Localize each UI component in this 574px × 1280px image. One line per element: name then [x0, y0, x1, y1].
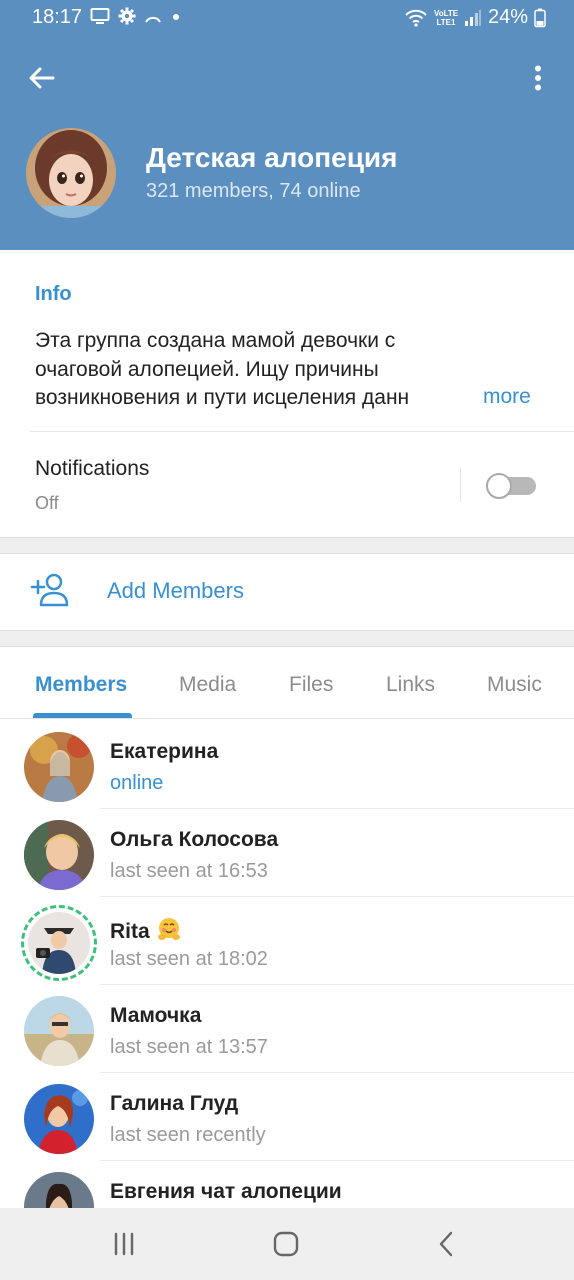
member-status: last seen at 13:57	[110, 1036, 268, 1058]
description-line: возникновения и пути исцеления данн	[35, 386, 410, 409]
section-divider	[0, 630, 574, 647]
home-button[interactable]	[256, 1226, 316, 1262]
divider	[460, 468, 461, 502]
battery-percent: 24%	[487, 6, 528, 28]
home-icon	[273, 1231, 299, 1257]
divider	[30, 431, 574, 432]
group-avatar[interactable]	[26, 128, 116, 218]
member-name: Екатерина	[110, 740, 219, 763]
system-navigation-bar	[0, 1208, 574, 1280]
active-tab-indicator	[33, 713, 132, 718]
avatar	[24, 996, 94, 1066]
members-list: Екатерина online Ольга Колосова last see…	[0, 720, 574, 1208]
dot-icon	[173, 14, 179, 20]
member-name: Евгения чат алопеции	[110, 1180, 342, 1203]
avatar	[24, 820, 94, 890]
group-member-count: 321 members, 74 online	[146, 180, 361, 202]
notifications-toggle[interactable]	[486, 473, 538, 499]
info-section: Info Эта группа создана мамой девочки с …	[0, 253, 574, 537]
status-bar: 18:17 VoLTE LTE1 24%	[0, 0, 574, 36]
member-row[interactable]: Ольга Колосова last seen at 16:53	[0, 808, 574, 897]
member-row[interactable]: Евгения чат алопеции	[0, 1160, 574, 1208]
add-members-button[interactable]: Add Members	[0, 554, 574, 630]
more-vertical-icon	[535, 65, 541, 91]
info-heading: Info	[35, 283, 72, 305]
status-right-icons: VoLTE LTE1 24%	[404, 6, 546, 29]
tab-files[interactable]: Files	[289, 673, 333, 697]
arc-icon	[145, 16, 161, 23]
member-status: last seen recently	[110, 1124, 266, 1146]
battery-icon	[534, 8, 546, 27]
avatar	[24, 732, 94, 802]
group-description[interactable]: Эта группа создана мамой девочки с очаго…	[35, 327, 475, 413]
description-line: Эта группа создана мамой девочки с	[35, 329, 396, 352]
member-name: Ольга Колосова	[110, 828, 279, 851]
member-status: online	[110, 772, 164, 794]
tab-media[interactable]: Media	[179, 673, 236, 697]
member-row[interactable]: Мамочка last seen at 13:57	[0, 984, 574, 1073]
tab-music[interactable]: Music	[487, 673, 542, 697]
back-nav-icon	[439, 1231, 453, 1257]
add-members-label: Add Members	[107, 578, 244, 603]
status-time: 18:17	[32, 6, 83, 28]
recent-apps-button[interactable]	[94, 1226, 154, 1262]
tab-members[interactable]: Members	[35, 673, 127, 697]
avatar	[28, 912, 90, 974]
member-row[interactable]: Rita last seen at 18:02	[0, 896, 574, 985]
member-name: Галина Глуд	[110, 1092, 239, 1115]
back-nav-button[interactable]	[416, 1226, 476, 1262]
signal-icon	[464, 9, 481, 26]
screen-cast-icon	[90, 8, 110, 24]
more-options-button[interactable]	[522, 58, 554, 98]
recent-apps-icon	[114, 1232, 134, 1256]
group-title: Детская алопеция	[146, 142, 398, 173]
chat-header: 18:17 VoLTE LTE1 24% Детская алопеция 32…	[0, 0, 574, 250]
status-left-icons	[90, 7, 182, 25]
member-row[interactable]: Екатерина online	[0, 720, 574, 809]
member-status: last seen at 18:02	[110, 948, 268, 970]
wifi-icon	[405, 9, 427, 27]
network-type-label: VoLTE LTE1	[433, 8, 459, 27]
gear-icon	[118, 7, 136, 25]
avatar	[24, 1084, 94, 1154]
hugging-face-emoji	[157, 918, 180, 940]
section-divider	[0, 537, 574, 554]
back-button[interactable]	[20, 58, 62, 98]
more-link[interactable]: more	[483, 385, 531, 409]
member-status: last seen at 16:53	[110, 860, 268, 882]
group-avatar-image	[26, 128, 116, 218]
arrow-left-icon	[29, 67, 55, 89]
add-user-icon	[30, 573, 69, 607]
notifications-value: Off	[35, 493, 59, 513]
member-row[interactable]: Галина Глуд last seen recently	[0, 1072, 574, 1161]
toggle-thumb	[486, 473, 512, 499]
tab-links[interactable]: Links	[386, 673, 435, 697]
avatar	[24, 1172, 94, 1208]
notifications-label[interactable]: Notifications	[35, 457, 149, 481]
media-tabs: Members Media Files Links Music	[0, 647, 574, 719]
member-name: Rita	[110, 916, 182, 944]
description-line: очаговой алопецией. Ищу причины	[35, 357, 379, 381]
member-name: Мамочка	[110, 1004, 202, 1027]
